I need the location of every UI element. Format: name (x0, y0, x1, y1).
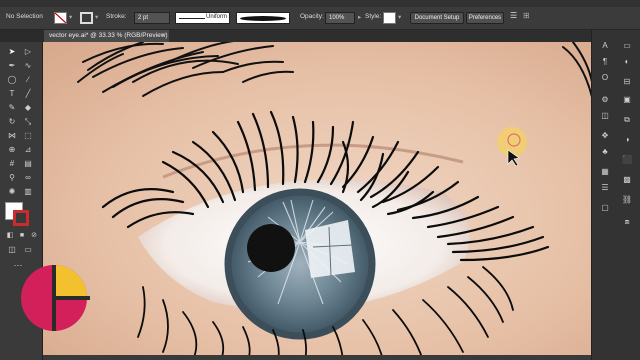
close-icon[interactable]: × (161, 30, 165, 42)
curvature-tool-icon[interactable]: ∿ (22, 60, 34, 71)
document-tab[interactable]: vector eye.ai* @ 33.33 % (RGB/Preview) × (44, 30, 169, 42)
profile-label: Uniform (206, 14, 228, 20)
line-tool-icon[interactable]: ╱ (22, 88, 34, 99)
draw-mode-icon[interactable]: ◫ (6, 244, 18, 255)
stroke-dropdown-icon[interactable]: ▾ (95, 13, 98, 21)
layers-panel-icon[interactable]: ◫ (597, 110, 613, 122)
document-tab-bar: vector eye.ai* @ 33.33 % (RGB/Preview) × (44, 30, 592, 42)
comments-panel-icon[interactable]: ▢ (597, 202, 613, 214)
stroke-label: Stroke: (106, 13, 127, 20)
character-panel-icon[interactable]: A (597, 40, 613, 52)
width-tool-icon[interactable]: ⋈ (6, 130, 18, 141)
symbol-sprayer-tool-icon[interactable]: ✺ (6, 186, 18, 197)
pupil (247, 224, 295, 272)
appearance-panel-icon[interactable]: ⬛ (619, 154, 635, 166)
type-tool-icon[interactable]: T (6, 88, 18, 99)
paragraph-panel-icon[interactable]: ¶ (597, 56, 613, 68)
properties-panel-icon[interactable]: ⚙ (597, 94, 613, 106)
perspective-tool-icon[interactable]: ⊿ (22, 144, 34, 155)
stroke-panel-icon[interactable]: ☰ (597, 182, 613, 194)
opacity-field[interactable]: 100% (325, 12, 355, 24)
style-label: Style: (365, 13, 382, 20)
artboard-canvas[interactable] (43, 42, 592, 360)
color-mode-icon[interactable]: ■ (16, 230, 28, 241)
eraser-tool-icon[interactable]: ◆ (22, 102, 34, 113)
color-panel-icon[interactable]: ◐ (619, 56, 635, 68)
ellipse-tool-icon[interactable]: ◯ (6, 74, 18, 85)
control-bar: No Selection ▾ ▾ Stroke: 2 pt Uniform Op… (0, 7, 640, 30)
profile-line (179, 18, 205, 19)
scale-tool-icon[interactable]: ⤡ (22, 116, 34, 127)
align-icon[interactable]: ⊞ (523, 11, 530, 20)
document-tab-title: vector eye.ai* @ 33.33 % (RGB/Preview) (49, 32, 168, 39)
direct-selection-tool-icon[interactable]: ▷ (22, 46, 34, 57)
variable-width-profile[interactable]: Uniform (175, 12, 230, 24)
brush-definition[interactable] (236, 12, 290, 24)
blend-tool-icon[interactable]: ∞ (22, 172, 34, 183)
selection-tool-icon[interactable]: ➤ (6, 46, 18, 57)
menu-bar (0, 0, 640, 7)
graphic-styles-panel-icon[interactable]: ▩ (619, 174, 635, 186)
graphic-style-swatch[interactable] (383, 12, 396, 24)
mesh-tool-icon[interactable]: # (6, 158, 18, 169)
free-transform-tool-icon[interactable]: ⬚ (22, 130, 34, 141)
stroke-color-box[interactable] (13, 210, 29, 226)
panel-column-1: A ¶ O ⚙ ◫ ✥ ♣ ▦ ☰ ▢ (594, 30, 616, 360)
none-color-icon[interactable]: ⊘ (28, 230, 40, 241)
fill-swatch[interactable] (54, 12, 67, 24)
screen-mode-icon[interactable]: ▭ (22, 244, 34, 255)
brush-tool-icon[interactable]: ∕ (22, 74, 34, 85)
libraries-panel-icon[interactable]: ▭ (619, 40, 635, 52)
eyedropper-tool-icon[interactable]: ⚲ (6, 172, 18, 183)
document-setup-button[interactable]: Document Setup (410, 12, 464, 24)
cursor-highlight (497, 127, 527, 157)
opentype-panel-icon[interactable]: O (597, 72, 613, 84)
align-panel-icon[interactable]: ⊟ (619, 76, 635, 88)
status-bar (43, 355, 592, 360)
preferences-button[interactable]: Preferences (466, 12, 504, 24)
pen-tool-icon[interactable]: ✒ (6, 60, 18, 71)
pathfinder-panel-icon[interactable]: ⧉ (619, 114, 635, 126)
transform-panel-icon[interactable]: ▣ (619, 94, 635, 106)
fill-dropdown-icon[interactable]: ▾ (69, 13, 72, 21)
asset-export-panel-icon[interactable]: ⧈ (619, 216, 635, 228)
symbols-panel-icon[interactable]: ♣ (597, 146, 613, 158)
rotate-tool-icon[interactable]: ↻ (6, 116, 18, 127)
selection-status: No Selection (6, 13, 43, 20)
links-panel-icon[interactable]: ⛓ (619, 194, 635, 206)
stroke-swatch[interactable] (80, 12, 93, 24)
opacity-arrow-icon[interactable]: ▸ (358, 13, 361, 21)
panel-dock: A ¶ O ⚙ ◫ ✥ ♣ ▦ ☰ ▢ ▭ ◐ ⊟ ▣ ⧉ ◑ ⬛ ▩ ⛓ ⧈ (591, 30, 640, 360)
brush-stroke-preview (240, 16, 286, 21)
graph-tool-icon[interactable]: ▥ (22, 186, 34, 197)
shape-builder-tool-icon[interactable]: ⊕ (6, 144, 18, 155)
transparency-panel-icon[interactable]: ◑ (619, 134, 635, 146)
default-colors-icon[interactable]: ◧ (4, 230, 16, 241)
gradient-tool-icon[interactable]: ▤ (22, 158, 34, 169)
swatches-panel-icon[interactable]: ▦ (597, 166, 613, 178)
style-dropdown-icon[interactable]: ▾ (398, 13, 401, 21)
vector-eye-artwork (43, 42, 592, 360)
brushes-panel-icon[interactable]: ✥ (597, 130, 613, 142)
arrange-icon[interactable]: ☰ (510, 11, 517, 20)
channel-logo (21, 265, 90, 331)
stroke-weight-field[interactable]: 2 pt (134, 12, 170, 24)
opacity-label: Opacity: (300, 13, 324, 20)
panel-column-2: ▭ ◐ ⊟ ▣ ⧉ ◑ ⬛ ▩ ⛓ ⧈ (616, 30, 638, 360)
pencil-tool-icon[interactable]: ✎ (6, 102, 18, 113)
